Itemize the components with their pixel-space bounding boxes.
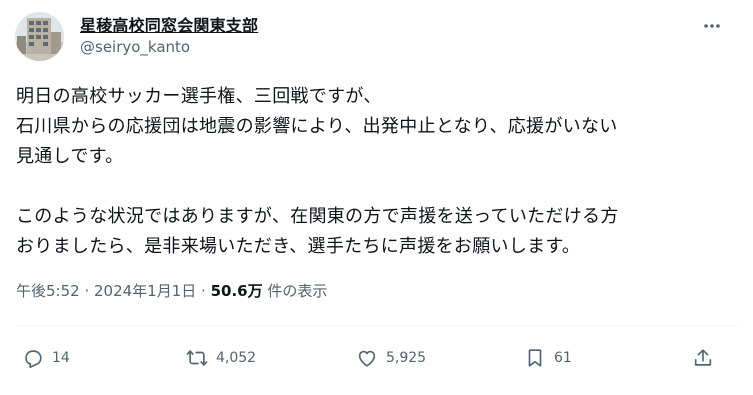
action-bar: 14 4,052 5,925 61 (0, 340, 753, 376)
retweet-count: 4,052 (216, 350, 257, 366)
tweet-text: 明日の高校サッカー選手権、三回戦ですが、 石川県からの応援団は地震の影響により、… (16, 82, 736, 262)
like-button[interactable]: 5,925 (356, 340, 426, 376)
meta-separator: · (196, 282, 211, 300)
bookmark-count: 61 (554, 350, 572, 366)
retweet-button[interactable]: 4,052 (186, 340, 256, 376)
more-dots-icon (704, 24, 720, 28)
tweet-line: 見通しです。 (16, 146, 124, 167)
tweet-date[interactable]: 2024年1月1日 (94, 282, 196, 300)
retweet-icon (186, 350, 208, 366)
heart-icon (358, 350, 376, 367)
avatar[interactable] (15, 12, 64, 61)
bookmark-icon (528, 349, 542, 367)
divider (16, 325, 737, 326)
bookmark-button[interactable]: 61 (524, 340, 572, 376)
share-icon (694, 349, 712, 366)
building-avatar-icon (15, 12, 64, 61)
tweet-line: おりましたら、是非来場いただき、選手たちに声援をお願いします。 (16, 236, 581, 257)
views-label: 件の表示 (262, 282, 328, 300)
tweet-line: 明日の高校サッカー選手権、三回戦ですが、 (16, 86, 382, 107)
share-button[interactable] (692, 340, 714, 376)
views-count[interactable]: 50.6万 (211, 282, 263, 300)
tweet-card: 星稜高校同窓会関東支部 @seiryo_kanto 明日の高校サッカー選手権、三… (0, 0, 753, 395)
reply-count: 14 (52, 350, 70, 366)
author-handle[interactable]: @seiryo_kanto (80, 38, 190, 56)
tweet-time[interactable]: 午後5:52 (16, 282, 80, 300)
more-button[interactable] (700, 14, 724, 38)
tweet-line: 石川県からの応援団は地震の影響により、出発中止となり、応援がいない (16, 116, 618, 137)
like-count: 5,925 (386, 350, 427, 366)
tweet-line: このような状況ではありますが、在関東の方で声援を送っていただける方 (16, 206, 619, 227)
reply-button[interactable]: 14 (22, 340, 70, 376)
meta-separator: · (79, 282, 94, 300)
author-display-name[interactable]: 星稜高校同窓会関東支部 (80, 12, 258, 36)
reply-icon (25, 350, 42, 368)
tweet-meta: 午後5:52 · 2024年1月1日 · 50.6万 件の表示 (16, 280, 327, 301)
